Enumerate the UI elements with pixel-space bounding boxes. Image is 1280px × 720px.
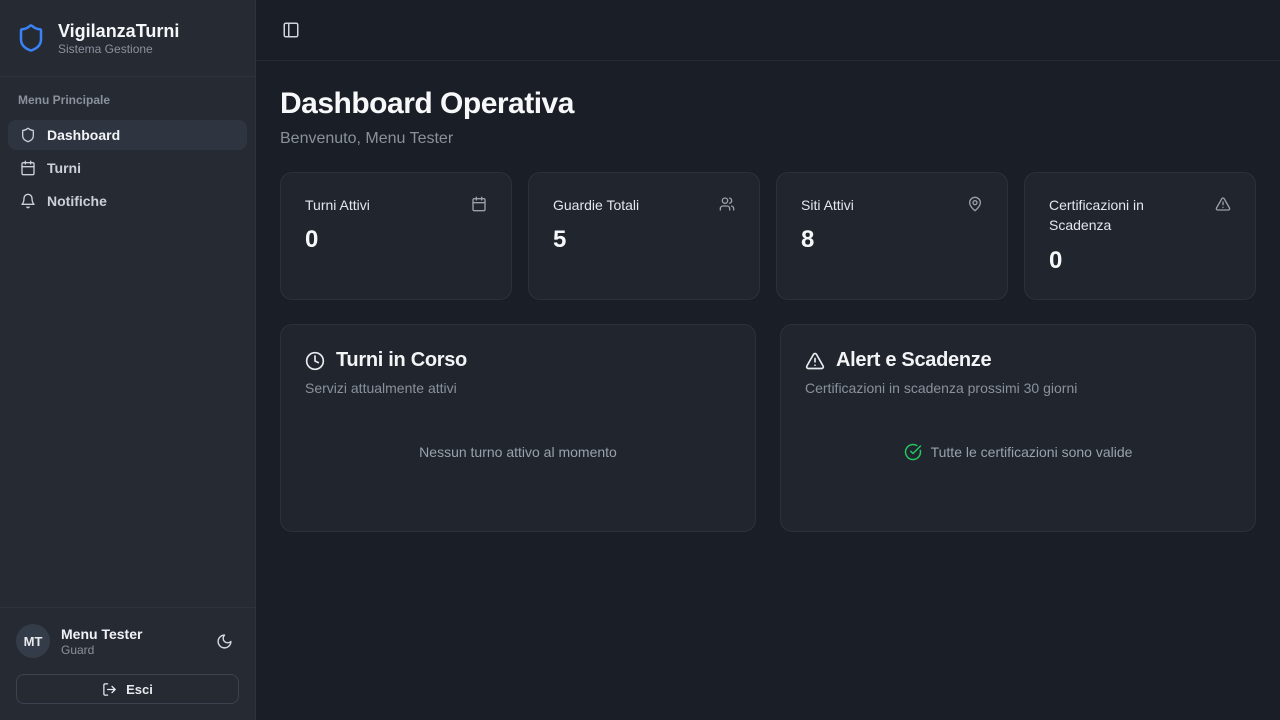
panel-empty-state: Tutte le certificazioni sono valide (805, 396, 1231, 507)
brand-header: VigilanzaTurni Sistema Gestione (0, 0, 255, 77)
app-title: VigilanzaTurni (58, 20, 179, 43)
main-nav: Menu Principale Dashboard Turni Notifich… (0, 77, 255, 227)
nav-section-label: Menu Principale (8, 89, 247, 117)
empty-state-text: Tutte le certificazioni sono valide (931, 444, 1133, 460)
sidebar-item-notifiche[interactable]: Notifiche (8, 186, 247, 216)
map-pin-icon (967, 196, 983, 212)
stat-label: Turni Attivi (305, 195, 370, 215)
brand-text: VigilanzaTurni Sistema Gestione (58, 20, 179, 57)
stat-value: 0 (1049, 247, 1231, 275)
sidebar-footer: MT Menu Tester Guard Esci (0, 607, 255, 720)
alert-triangle-icon (1215, 196, 1231, 212)
panel-turni-in-corso: Turni in Corso Servizi attualmente attiv… (280, 324, 756, 532)
user-info: Menu Tester Guard (61, 625, 142, 657)
circle-check-icon (904, 443, 922, 461)
stat-value: 0 (305, 226, 487, 254)
sidebar-item-label: Notifiche (47, 193, 107, 209)
stat-label: Certificazioni in Scadenza (1049, 195, 1205, 236)
page-title: Dashboard Operativa (280, 87, 1256, 121)
topbar (256, 0, 1280, 61)
clock-icon (305, 351, 325, 371)
alert-triangle-icon (805, 351, 825, 371)
shield-icon (20, 127, 36, 143)
sidebar-item-label: Turni (47, 160, 81, 176)
logout-label: Esci (126, 682, 153, 697)
avatar: MT (16, 624, 50, 658)
sidebar-item-turni[interactable]: Turni (8, 153, 247, 183)
stat-label: Guardie Totali (553, 195, 639, 215)
stats-grid: Turni Attivi 0 Guardie Totali 5 (280, 172, 1256, 300)
sidebar-item-dashboard[interactable]: Dashboard (8, 120, 247, 150)
bell-icon (20, 193, 36, 209)
stat-value: 8 (801, 226, 983, 254)
panel-title: Alert e Scadenze (836, 349, 991, 372)
panel-subtitle: Certificazioni in scadenza prossimi 30 g… (805, 380, 1231, 396)
sidebar-item-label: Dashboard (47, 127, 120, 143)
empty-state-text: Nessun turno attivo al momento (419, 444, 617, 460)
panel-title: Turni in Corso (336, 349, 467, 372)
panel-left-icon (282, 21, 300, 39)
stat-label: Siti Attivi (801, 195, 854, 215)
app-subtitle: Sistema Gestione (58, 42, 179, 56)
logout-icon (102, 682, 117, 697)
panel-alert-scadenze: Alert e Scadenze Certificazioni in scade… (780, 324, 1256, 532)
calendar-icon (20, 160, 36, 176)
panel-subtitle: Servizi attualmente attivi (305, 380, 731, 396)
stat-card-certificazioni: Certificazioni in Scadenza 0 (1024, 172, 1256, 300)
panel-empty-state: Nessun turno attivo al momento (305, 396, 731, 507)
main-area: Dashboard Operativa Benvenuto, Menu Test… (256, 0, 1280, 720)
stat-card-turni-attivi: Turni Attivi 0 (280, 172, 512, 300)
dashboard-content: Dashboard Operativa Benvenuto, Menu Test… (256, 61, 1280, 720)
panels-grid: Turni in Corso Servizi attualmente attiv… (280, 324, 1256, 532)
theme-toggle-button[interactable] (210, 627, 239, 656)
sidebar: VigilanzaTurni Sistema Gestione Menu Pri… (0, 0, 256, 720)
shield-logo-icon (16, 23, 46, 53)
stat-value: 5 (553, 226, 735, 254)
calendar-icon (471, 196, 487, 212)
stat-card-siti-attivi: Siti Attivi 8 (776, 172, 1008, 300)
users-icon (719, 196, 735, 212)
logout-button[interactable]: Esci (16, 674, 239, 704)
moon-icon (216, 633, 233, 650)
user-role: Guard (61, 643, 142, 657)
stat-card-guardie-totali: Guardie Totali 5 (528, 172, 760, 300)
user-name: Menu Tester (61, 625, 142, 643)
sidebar-toggle-button[interactable] (278, 17, 304, 43)
page-subtitle: Benvenuto, Menu Tester (280, 130, 1256, 148)
user-row: MT Menu Tester Guard (16, 624, 239, 658)
